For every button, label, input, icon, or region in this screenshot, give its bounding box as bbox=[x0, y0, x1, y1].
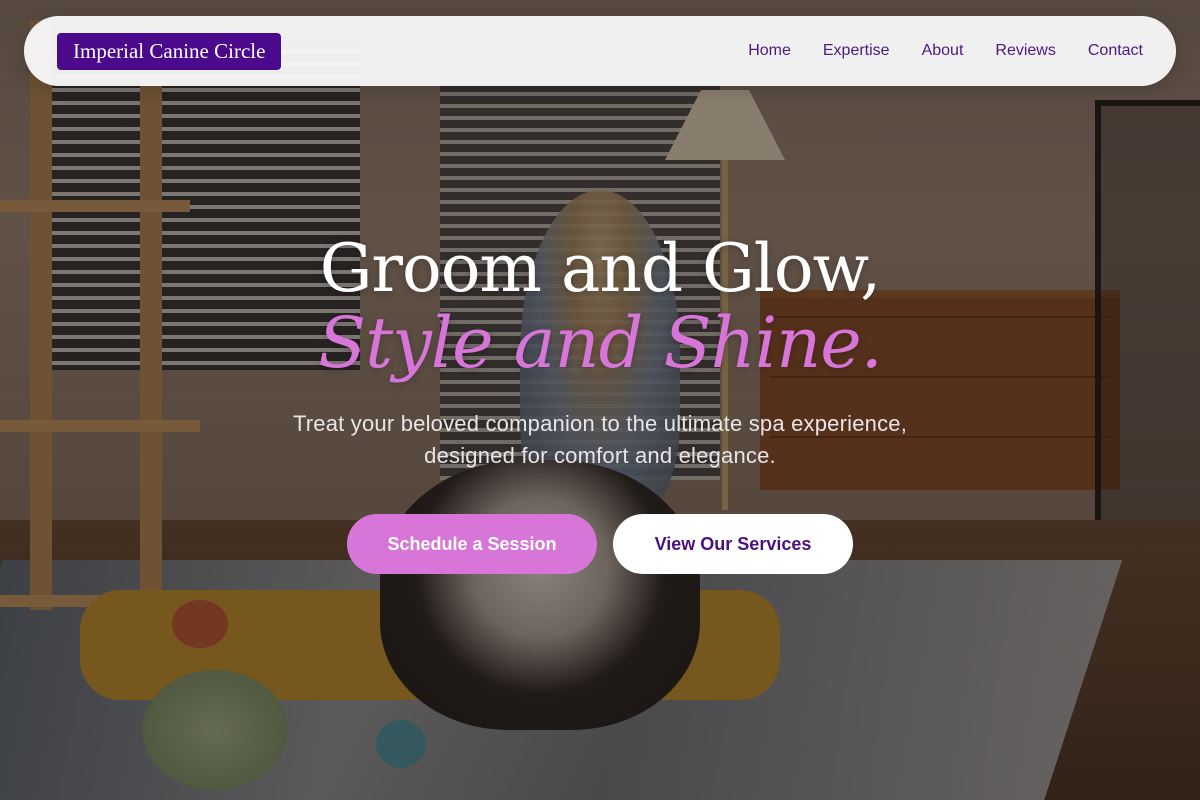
hero-heading: Groom and Glow, Style and Shine. bbox=[0, 230, 1200, 378]
nav-link-expertise[interactable]: Expertise bbox=[823, 42, 890, 60]
nav-link-contact[interactable]: Contact bbox=[1088, 42, 1143, 60]
schedule-session-button[interactable]: Schedule a Session bbox=[347, 514, 597, 574]
hero-section: Groom and Glow, Style and Shine. Treat y… bbox=[0, 230, 1200, 574]
brand-logo[interactable]: Imperial Canine Circle bbox=[57, 32, 282, 70]
hero-subtitle: Treat your beloved companion to the ulti… bbox=[292, 411, 908, 468]
view-services-button[interactable]: View Our Services bbox=[613, 514, 853, 574]
hero-actions: Schedule a Session View Our Services bbox=[0, 514, 1200, 574]
hero-title-line: Groom and Glow, bbox=[319, 230, 882, 307]
site-header: Imperial Canine Circle Home Expertise Ab… bbox=[24, 16, 1176, 86]
nav-link-reviews[interactable]: Reviews bbox=[995, 42, 1055, 60]
nav-link-home[interactable]: Home bbox=[748, 42, 791, 60]
hero-title-accent: Style and Shine. bbox=[318, 302, 883, 384]
main-nav: Home Expertise About Reviews Contact bbox=[748, 42, 1143, 60]
nav-link-about[interactable]: About bbox=[922, 42, 964, 60]
